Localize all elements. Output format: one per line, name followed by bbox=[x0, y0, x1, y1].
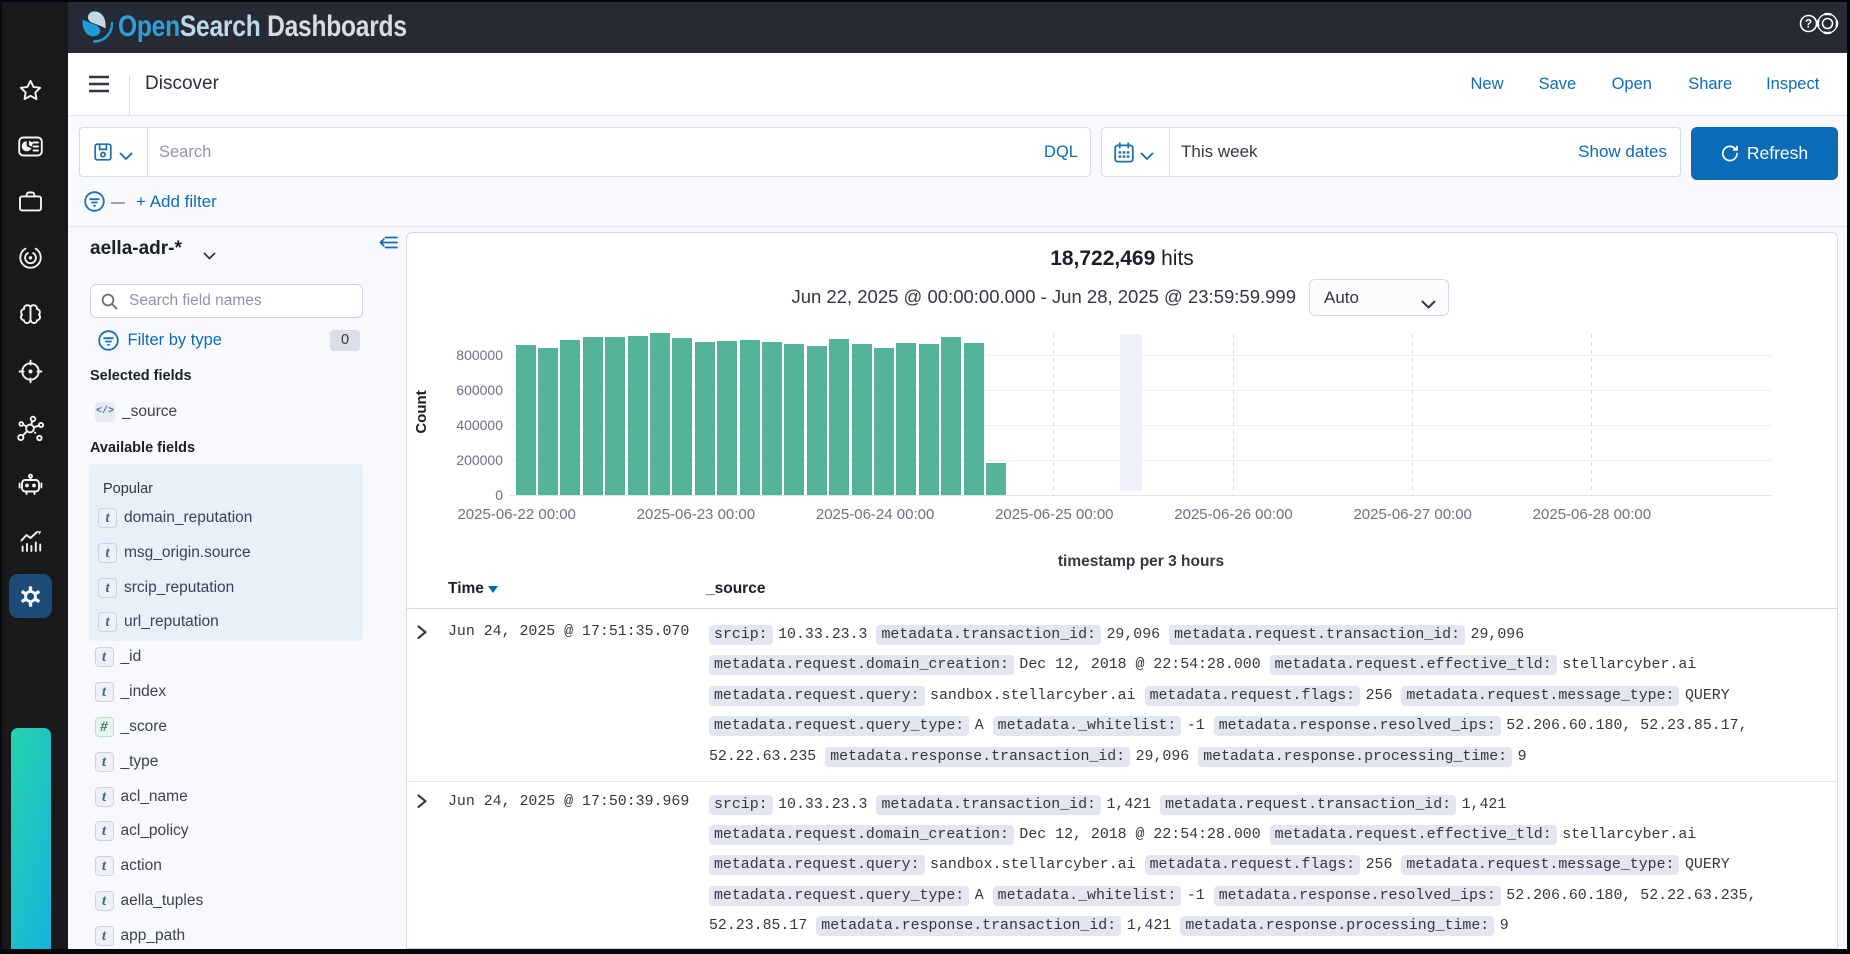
svg-text:?: ? bbox=[1805, 18, 1812, 30]
